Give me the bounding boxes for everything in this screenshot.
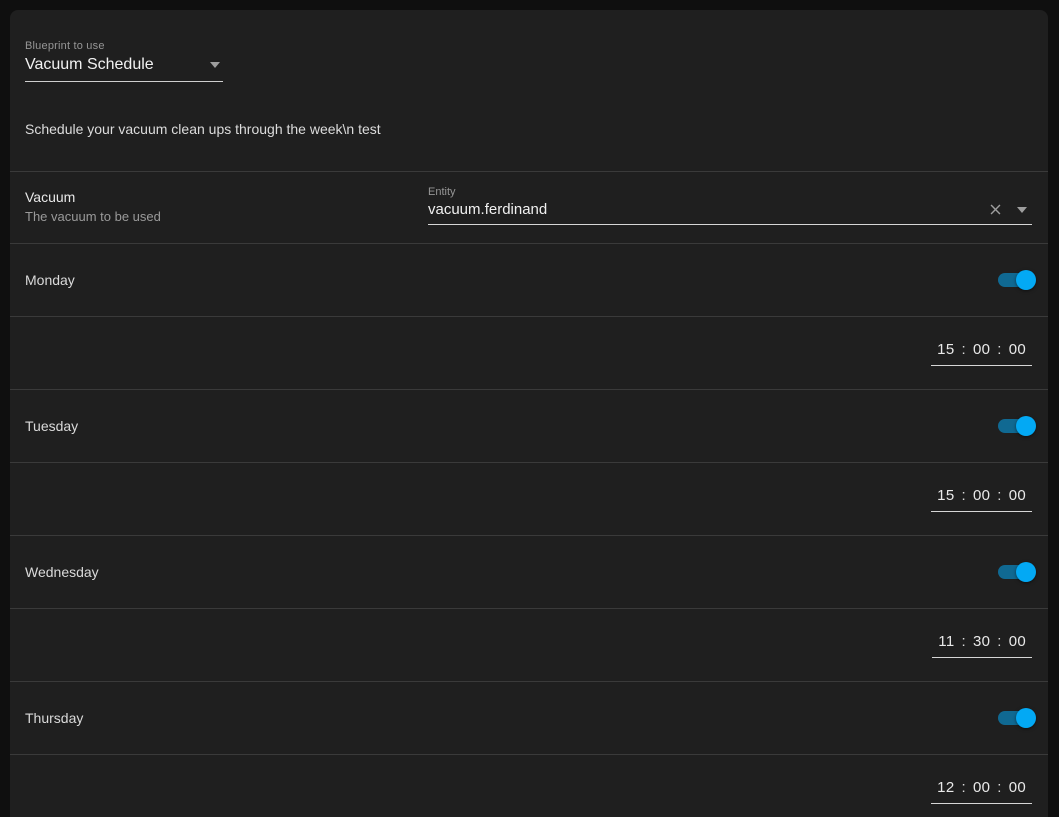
tuesday-toggle[interactable] (998, 419, 1032, 433)
time-row-monday: 15 : 00 : 00 (10, 316, 1048, 389)
wednesday-time-input[interactable]: 11 : 30 : 00 (932, 633, 1032, 658)
time-hours[interactable]: 12 (937, 779, 954, 796)
time-seconds[interactable]: 00 (1009, 779, 1026, 796)
toggle-thumb (1016, 708, 1036, 728)
vacuum-entity-labels: Vacuum The vacuum to be used (25, 172, 428, 243)
day-row-wednesday: Wednesday (10, 535, 1048, 608)
thursday-toggle[interactable] (998, 711, 1032, 725)
blueprint-select-value: Vacuum Schedule (25, 56, 154, 74)
time-minutes[interactable]: 00 (973, 341, 990, 358)
vacuum-entity-row: Vacuum The vacuum to be used Entity (10, 171, 1048, 243)
toggle-thumb (1016, 562, 1036, 582)
day-label: Thursday (25, 710, 83, 726)
entity-picker-label: Entity (428, 186, 1032, 198)
chevron-down-icon (210, 62, 220, 68)
time-separator: : (997, 341, 1001, 358)
day-label: Tuesday (25, 418, 78, 434)
toggle-thumb (1016, 416, 1036, 436)
blueprint-description: Schedule your vacuum clean ups through t… (25, 121, 1032, 137)
time-separator: : (961, 341, 965, 358)
time-row-tuesday: 15 : 00 : 00 (10, 462, 1048, 535)
entity-dropdown-icon[interactable] (1017, 207, 1027, 213)
time-hours[interactable]: 15 (937, 341, 954, 358)
blueprint-header: Blueprint to use Vacuum Schedule Schedul… (10, 10, 1048, 171)
day-label: Monday (25, 272, 75, 288)
vacuum-row-title: Vacuum (25, 189, 428, 205)
time-row-thursday: 12 : 00 : 00 (10, 754, 1048, 817)
entity-picker-field[interactable] (428, 201, 1032, 225)
blueprint-select[interactable]: Vacuum Schedule (25, 56, 223, 82)
entity-picker: Entity (428, 172, 1032, 243)
blueprint-select-label: Blueprint to use (25, 40, 1032, 52)
tuesday-time-input[interactable]: 15 : 00 : 00 (931, 487, 1032, 512)
time-hours[interactable]: 11 (938, 633, 954, 650)
toggle-thumb (1016, 270, 1036, 290)
clear-entity-icon[interactable] (987, 201, 1004, 218)
time-separator: : (961, 779, 965, 796)
time-row-wednesday: 11 : 30 : 00 (10, 608, 1048, 681)
time-minutes[interactable]: 00 (973, 487, 990, 504)
time-minutes[interactable]: 00 (973, 779, 990, 796)
day-row-tuesday: Tuesday (10, 389, 1048, 462)
time-hours[interactable]: 15 (937, 487, 954, 504)
time-separator: : (997, 487, 1001, 504)
day-row-monday: Monday (10, 243, 1048, 316)
time-minutes[interactable]: 30 (973, 633, 990, 650)
time-separator: : (961, 633, 965, 650)
monday-time-input[interactable]: 15 : 00 : 00 (931, 341, 1032, 366)
entity-input[interactable] (428, 201, 987, 218)
wednesday-toggle[interactable] (998, 565, 1032, 579)
day-row-thursday: Thursday (10, 681, 1048, 754)
time-seconds[interactable]: 00 (1009, 341, 1026, 358)
vacuum-row-subtitle: The vacuum to be used (25, 209, 428, 224)
thursday-time-input[interactable]: 12 : 00 : 00 (931, 779, 1032, 804)
time-separator: : (961, 487, 965, 504)
time-separator: : (997, 779, 1001, 796)
time-seconds[interactable]: 00 (1009, 633, 1026, 650)
time-seconds[interactable]: 00 (1009, 487, 1026, 504)
blueprint-config-card: Blueprint to use Vacuum Schedule Schedul… (10, 10, 1048, 817)
time-separator: : (997, 633, 1001, 650)
monday-toggle[interactable] (998, 273, 1032, 287)
day-label: Wednesday (25, 564, 99, 580)
